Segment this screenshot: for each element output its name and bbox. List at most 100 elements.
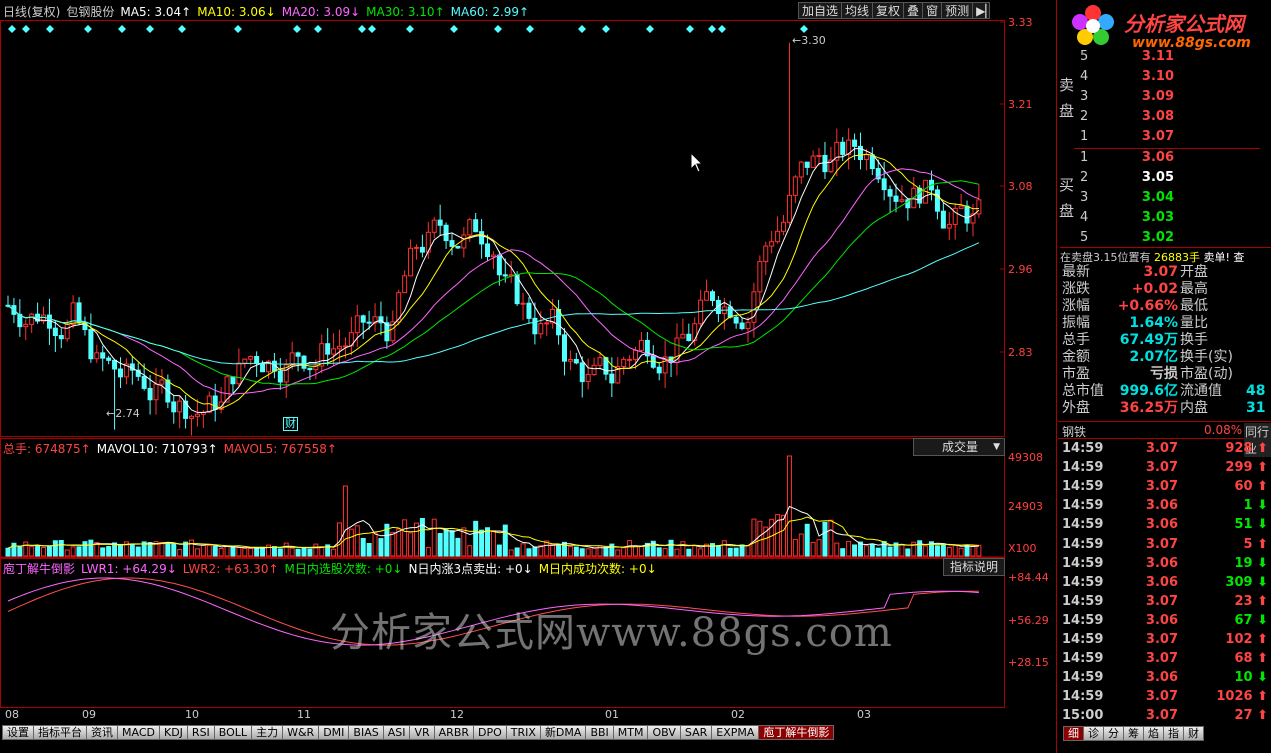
indicator-legend-item: M日内成功次数: +0↓ bbox=[538, 562, 657, 576]
volume-axis-label: 49308 bbox=[1008, 451, 1043, 464]
high-marker: ←3.30 bbox=[792, 34, 826, 47]
tick-price: 3.06 bbox=[1145, 612, 1178, 628]
price-axis-label: 3.08 bbox=[1008, 180, 1033, 193]
volume-legend: 总手: 674875↑ MAVOL10: 710793↑ MAVOL5: 76755… bbox=[3, 440, 343, 457]
quote-tab[interactable]: 财 bbox=[1183, 726, 1204, 741]
stat-value: 亏损 bbox=[1150, 366, 1178, 382]
tick-row: 14:59 3.07 102 ⬆ bbox=[1058, 632, 1271, 651]
indicator-help-button[interactable]: 指标说明 bbox=[943, 558, 1005, 576]
indicator-tab[interactable]: W&R bbox=[282, 725, 320, 740]
sell-level-row[interactable]: 4 3.10 bbox=[1074, 69, 1271, 88]
order-alert: 在卖盘3.15位置有 26883手 卖单! 查 bbox=[1060, 247, 1271, 265]
indicator-tab[interactable]: BOLL bbox=[213, 725, 253, 740]
x-axis-label: 11 bbox=[297, 708, 311, 721]
indicator-tab[interactable]: 主力 bbox=[251, 725, 284, 740]
indicator-tab[interactable]: 指标平台 bbox=[33, 725, 87, 740]
buy-level-row[interactable]: 2 3.05 bbox=[1074, 170, 1271, 189]
tick-volume: 23 ⬆ bbox=[1234, 593, 1268, 609]
buy-level-row[interactable]: 3 3.04 bbox=[1074, 190, 1271, 209]
quote-tab[interactable]: 分 bbox=[1103, 726, 1124, 741]
finance-marker[interactable]: 财 bbox=[283, 417, 298, 431]
sell-level-row[interactable]: 3 3.09 bbox=[1074, 89, 1271, 108]
ma-legend-item: 日线(复权) bbox=[3, 5, 61, 19]
x-axis-label: 08 bbox=[5, 708, 19, 721]
indicator-tab[interactable]: OBV bbox=[647, 725, 681, 740]
tick-row: 14:59 3.07 23 ⬆ bbox=[1058, 594, 1271, 613]
tick-row: 14:59 3.06 309 ⬇ bbox=[1058, 575, 1271, 594]
quote-tab[interactable]: 细 bbox=[1063, 726, 1084, 741]
play-icon[interactable]: ▶▏ bbox=[972, 2, 995, 19]
indicator-tab[interactable]: MACD bbox=[117, 725, 160, 740]
indicator-tab[interactable]: 庖丁解牛倒影 bbox=[758, 725, 835, 740]
window-button[interactable]: 窗 bbox=[922, 2, 943, 19]
indicator-tab[interactable]: KDJ bbox=[158, 725, 188, 740]
tick-time: 14:59 bbox=[1062, 689, 1104, 705]
indicator-tab[interactable]: ARBR bbox=[433, 725, 475, 740]
tick-time: 14:59 bbox=[1062, 593, 1104, 609]
sell-level-row[interactable]: 1 3.07 bbox=[1074, 129, 1271, 148]
stat-label: 换手(实) bbox=[1180, 349, 1233, 365]
candlestick-chart[interactable] bbox=[0, 0, 1005, 437]
stat-value: 2.07亿 bbox=[1129, 349, 1178, 365]
sell-level-row[interactable]: 5 3.11 bbox=[1074, 49, 1271, 68]
stat-row: 涨跌 +0.02 最高 bbox=[1058, 281, 1271, 298]
stat-label: 外盘 bbox=[1062, 400, 1090, 416]
ma-legend-item: MA60: 2.99↑ bbox=[450, 5, 530, 19]
quote-tabs: 细诊分筹焰指财 bbox=[1063, 726, 1204, 741]
indicator-tab[interactable]: TRIX bbox=[505, 725, 541, 740]
indicator-tab[interactable]: DMI bbox=[318, 725, 350, 740]
order-alert-link[interactable]: 查 bbox=[1233, 251, 1244, 264]
tick-price: 3.07 bbox=[1145, 460, 1178, 476]
tick-time: 15:00 bbox=[1062, 708, 1104, 724]
level-number: 3 bbox=[1080, 89, 1089, 104]
ma-legend-item: 包钢股份 bbox=[66, 5, 115, 19]
volume-dropdown[interactable]: 成交量 ▼ bbox=[913, 438, 1005, 456]
indicator-tab[interactable]: DPO bbox=[473, 725, 507, 740]
tick-volume: 67 ⬇ bbox=[1234, 612, 1268, 628]
stat-label: 流通值 bbox=[1180, 383, 1222, 399]
indicator-tab[interactable]: 新DMA bbox=[539, 725, 587, 740]
sell-level-row[interactable]: 2 3.08 bbox=[1074, 109, 1271, 128]
forecast-button[interactable]: 预测 bbox=[941, 2, 974, 19]
sell-label: 卖盘 bbox=[1059, 76, 1075, 120]
overlay-button[interactable]: 叠 bbox=[903, 2, 924, 19]
tick-row: 14:59 3.06 67 ⬇ bbox=[1058, 613, 1271, 632]
quote-tab[interactable]: 诊 bbox=[1083, 726, 1104, 741]
price-axis-label: 3.21 bbox=[1008, 98, 1033, 111]
indicator-tab[interactable]: BBI bbox=[585, 725, 614, 740]
stat-label: 量比 bbox=[1180, 315, 1208, 331]
indicator-axis-label: +28.15 bbox=[1008, 656, 1049, 669]
indicator-axis-label: +56.29 bbox=[1008, 614, 1049, 627]
indicator-tab[interactable]: VR bbox=[409, 725, 435, 740]
indicator-tab[interactable]: EXPMA bbox=[711, 725, 760, 740]
indicator-tab[interactable]: RSI bbox=[186, 725, 215, 740]
chevron-down-icon: ▼ bbox=[993, 442, 1000, 452]
quote-tab[interactable]: 筹 bbox=[1123, 726, 1144, 741]
stat-label: 最高 bbox=[1180, 281, 1208, 297]
industry-name[interactable]: 钢铁 bbox=[1062, 423, 1086, 440]
tick-volume: 299 ⬆ bbox=[1225, 460, 1268, 476]
buy-level-row[interactable]: 1 3.06 bbox=[1074, 150, 1271, 169]
stat-row: 涨幅 +0.66% 最低 bbox=[1058, 298, 1271, 315]
indicator-tab[interactable]: 资讯 bbox=[86, 725, 118, 740]
indicator-tab[interactable]: MTM bbox=[612, 725, 649, 740]
indicator-tab[interactable]: SAR bbox=[679, 725, 713, 740]
stat-label: 最低 bbox=[1180, 298, 1208, 314]
indicator-tab[interactable]: BIAS bbox=[348, 725, 384, 740]
tick-price: 3.07 bbox=[1145, 689, 1178, 705]
indicator-tab[interactable]: ASI bbox=[382, 725, 411, 740]
quote-tab[interactable]: 焰 bbox=[1143, 726, 1164, 741]
tick-price: 3.06 bbox=[1145, 517, 1178, 533]
level-price: 3.08 bbox=[1141, 109, 1174, 124]
add-watchlist-button[interactable]: 加自选 bbox=[798, 2, 843, 19]
chart-toolbar: 加自选 均线 复权叠窗预测 ▶▏ bbox=[798, 2, 995, 21]
level-number: 5 bbox=[1080, 230, 1089, 245]
x-axis-label: 03 bbox=[857, 708, 871, 721]
quote-tab[interactable]: 指 bbox=[1163, 726, 1184, 741]
tick-price: 3.07 bbox=[1145, 651, 1178, 667]
buy-level-row[interactable]: 4 3.03 bbox=[1074, 210, 1271, 229]
ma-button[interactable]: 均线 bbox=[841, 2, 874, 19]
level-price: 3.03 bbox=[1141, 210, 1174, 225]
adjust-button[interactable]: 复权 bbox=[872, 2, 905, 19]
indicator-tab[interactable]: 设置 bbox=[2, 725, 34, 740]
